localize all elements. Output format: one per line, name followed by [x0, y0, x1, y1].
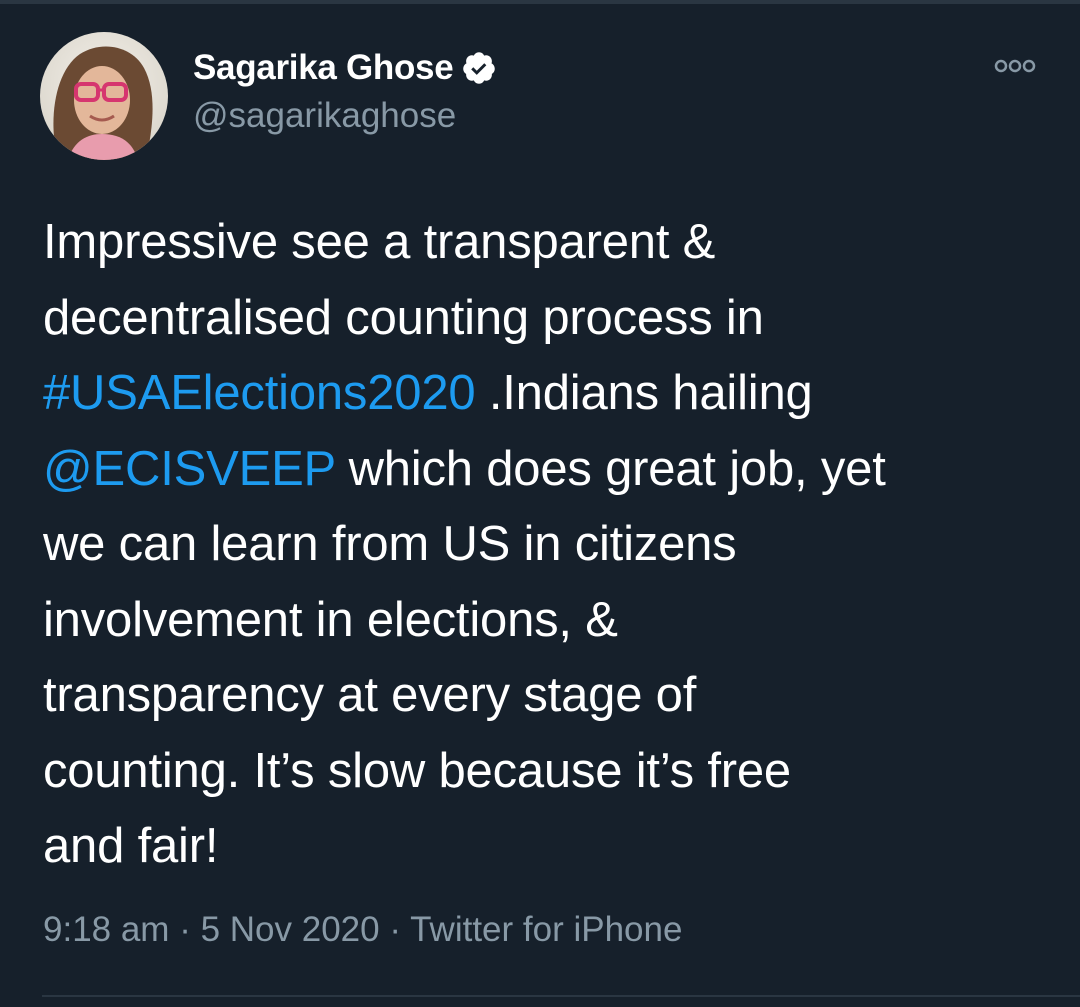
tweet-text-line: Impressive see a transparent &	[43, 215, 716, 269]
verified-badge-icon	[461, 50, 497, 86]
bottom-divider	[42, 995, 1080, 997]
tweet-text-line: counting. It’s slow because it’s free	[43, 743, 791, 798]
tweet-text-line: decentralised counting process in	[43, 290, 764, 345]
tweet-text-line: we can learn from US in citizens	[43, 517, 737, 571]
meta-separator: ·	[169, 910, 201, 949]
meta-separator: ·	[379, 910, 411, 949]
top-divider	[0, 0, 1080, 4]
tweet-text-line: @ECISVEEP which does great job, yet	[43, 432, 1053, 508]
tweet-text: Impressive see a transparent & decentral…	[43, 205, 1053, 885]
tweet-time[interactable]: 9:18 am	[43, 910, 169, 949]
author-display-name[interactable]: Sagarika Ghose	[193, 48, 454, 88]
avatar[interactable]	[40, 32, 168, 160]
tweet-text-line: involvement in elections, &	[43, 592, 618, 647]
author-name-row[interactable]: Sagarika Ghose	[193, 46, 497, 90]
author-handle[interactable]: @sagarikaghose	[193, 96, 456, 136]
tweet-text-segment: which does great job, yet	[335, 441, 886, 496]
more-options-button[interactable]	[990, 50, 1040, 82]
tweet-text-line: transparency at every stage of	[43, 668, 697, 722]
mention-link[interactable]: @ECISVEEP	[43, 442, 335, 496]
tweet-text-line: and fair!	[43, 819, 219, 873]
more-horizontal-icon	[994, 59, 1036, 73]
tweet-source[interactable]: Twitter for iPhone	[410, 910, 682, 949]
tweet-text-segment: .Indians hailing	[475, 366, 813, 420]
tweet-meta: 9:18 am · 5 Nov 2020 · Twitter for iPhon…	[43, 910, 682, 950]
tweet-date[interactable]: 5 Nov 2020	[201, 910, 380, 949]
tweet-text-line: #USAElections2020 .Indians hailing	[43, 356, 1053, 432]
hashtag-link[interactable]: #USAElections2020	[43, 366, 476, 420]
avatar-image	[40, 32, 168, 160]
